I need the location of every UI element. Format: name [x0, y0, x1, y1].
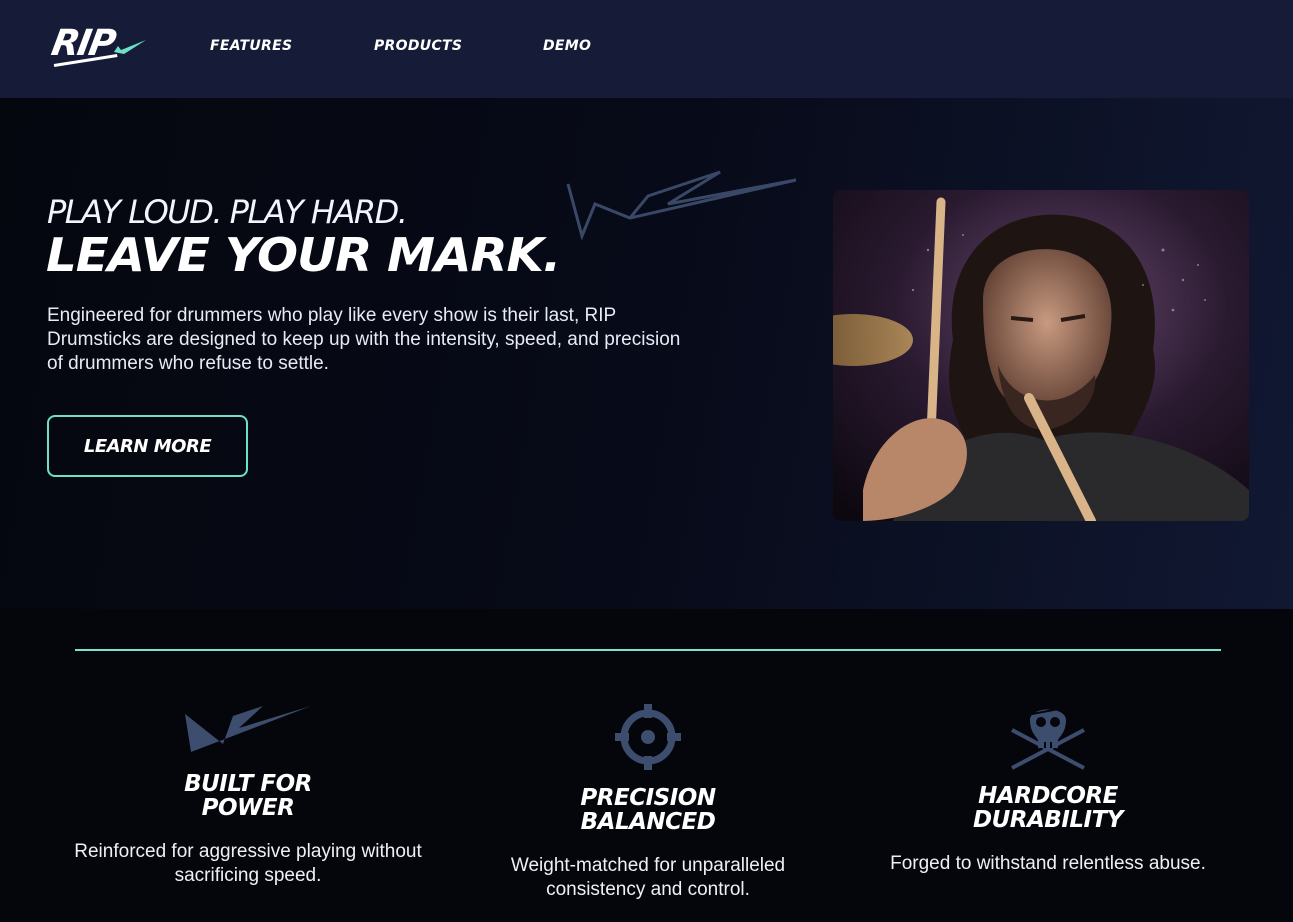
paper-plane-icon: [185, 706, 311, 752]
hero-headline: LEAVE YOUR MARK.: [46, 228, 561, 282]
learn-more-button[interactable]: LEARN MORE: [47, 415, 248, 477]
feature-title: BUILT FOR POWER: [184, 771, 312, 821]
section-divider: [75, 649, 1221, 651]
hero-description: Engineered for drummers who play like ev…: [47, 305, 681, 374]
feature-description: Reinforced for aggressive playing withou…: [74, 841, 422, 886]
top-nav: RIP FEATURES PRODUCTS DEMO: [0, 0, 1293, 98]
drummer-photo: [833, 190, 1249, 521]
skull-crossbones-icon: [1011, 707, 1085, 770]
nav-link-demo[interactable]: DEMO: [543, 38, 591, 54]
paper-plane-outline-icon: [566, 170, 797, 241]
crosshair-icon: [615, 704, 681, 770]
feature-title: PRECISION BALANCED: [580, 785, 716, 835]
feature-built-for-power: BUILT FOR POWER Reinforced for aggressiv…: [68, 704, 428, 888]
logo-plane-icon: [114, 40, 146, 54]
feature-precision-balanced: PRECISION BALANCED Weight-matched for un…: [468, 704, 828, 902]
hero-tagline: PLAY LOUD. PLAY HARD.: [47, 193, 408, 231]
feature-title: HARDCORE DURABILITY: [973, 783, 1123, 833]
nav-link-products[interactable]: PRODUCTS: [374, 38, 462, 54]
nav-link-features[interactable]: FEATURES: [210, 38, 292, 54]
feature-hardcore-durability: HARDCORE DURABILITY Forged to withstand …: [868, 704, 1228, 876]
feature-description: Weight-matched for unparalleled consiste…: [510, 855, 786, 900]
feature-description: Forged to withstand relentless abuse.: [890, 853, 1206, 874]
features-section: BUILT FOR POWER Reinforced for aggressiv…: [0, 609, 1293, 922]
hero-section: PLAY LOUD. PLAY HARD. LEAVE YOUR MARK. E…: [0, 98, 1293, 609]
rip-logo[interactable]: RIP: [48, 23, 148, 72]
